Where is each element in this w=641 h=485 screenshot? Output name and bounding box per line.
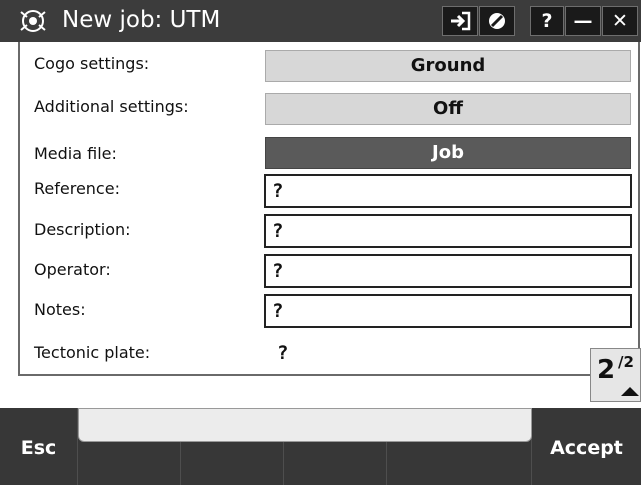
operator-input[interactable]: ? xyxy=(264,254,632,288)
page-up-arrow-icon xyxy=(621,387,639,396)
login-icon xyxy=(443,11,477,31)
accept-button[interactable]: Accept xyxy=(532,408,641,485)
minimize-button[interactable]: — xyxy=(565,6,601,36)
esc-button[interactable]: Esc xyxy=(0,408,78,485)
page-indicator-button[interactable]: 2 /2 xyxy=(590,348,641,402)
app-icon[interactable] xyxy=(18,8,48,34)
operator-label: Operator: xyxy=(34,260,111,279)
cogo-settings-label: Cogo settings: xyxy=(34,54,150,73)
tectonic-plate-label: Tectonic plate: xyxy=(34,343,151,362)
softkey-bar: Esc Accept xyxy=(0,408,641,485)
window-title: New job: UTM xyxy=(62,7,221,33)
notes-label: Notes: xyxy=(34,300,86,319)
page-total: /2 xyxy=(618,353,634,371)
media-file-button[interactable]: Job xyxy=(265,137,631,169)
description-input[interactable]: ? xyxy=(264,214,632,248)
status-line xyxy=(78,408,532,442)
page-current: 2 xyxy=(597,355,616,385)
login-button[interactable] xyxy=(442,6,478,36)
reference-input[interactable]: ? xyxy=(264,174,632,208)
close-button[interactable]: ✕ xyxy=(602,6,638,36)
help-button[interactable]: ? xyxy=(530,6,564,36)
additional-settings-button[interactable]: Off xyxy=(265,93,631,125)
media-file-label: Media file: xyxy=(34,144,117,163)
job-form: Cogo settings: Ground Additional setting… xyxy=(18,42,640,376)
reference-label: Reference: xyxy=(34,179,120,198)
disable-button[interactable] xyxy=(479,6,515,36)
disable-icon xyxy=(480,11,514,31)
notes-input[interactable]: ? xyxy=(264,294,632,328)
additional-settings-label: Additional settings: xyxy=(34,97,189,116)
cogo-settings-button[interactable]: Ground xyxy=(265,50,631,82)
title-bar: New job: UTM ? — ✕ xyxy=(0,0,641,42)
tectonic-plate-value: ? xyxy=(277,342,289,364)
description-label: Description: xyxy=(34,220,131,239)
